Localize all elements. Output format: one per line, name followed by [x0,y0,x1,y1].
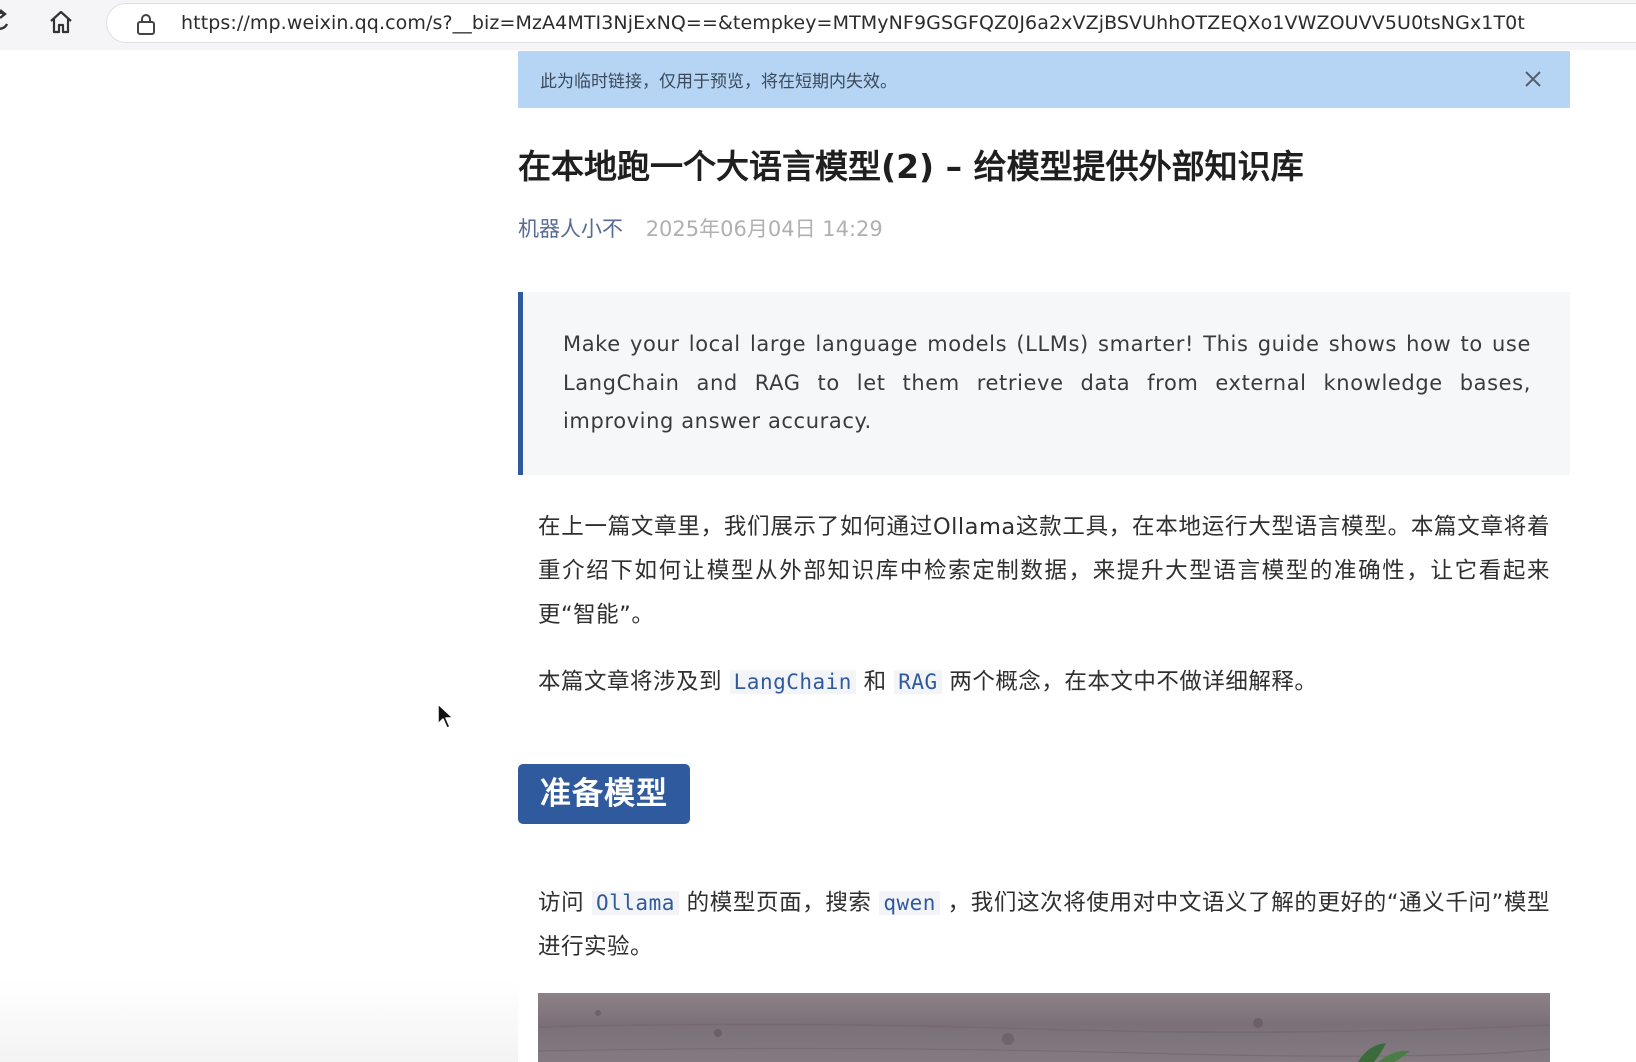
article-meta: 机器人小不 2025年06月04日 14:29 [518,213,883,243]
inline-code-ollama: Ollama [592,891,679,915]
url-text[interactable]: https://mp.weixin.qq.com/s?__biz=MzA4MTI… [181,12,1525,34]
inline-code-langchain: LangChain [729,670,856,694]
lock-icon[interactable] [135,12,157,36]
summary-text: Make your local large language models (L… [563,332,1531,433]
mouse-cursor-icon [437,703,454,729]
notice-text: 此为临时链接，仅用于预览，将在短期内失效。 [540,72,897,92]
home-icon[interactable] [47,8,75,36]
publish-date: 2025年06月04日 14:29 [645,217,883,241]
article-page: 此为临时链接，仅用于预览，将在短期内失效。 在本地跑一个大语言模型(2) – 给… [0,50,1636,1062]
browser-toolbar: https://mp.weixin.qq.com/s?__biz=MzA4MTI… [0,0,1636,51]
bottom-fade [0,980,518,1062]
paragraph-model: 访问 Ollama 的模型页面，搜索 qwen ，我们这次将使用对中文语义了解的… [538,881,1550,969]
temporary-link-notice: 此为临时链接，仅用于预览，将在短期内失效。 [518,51,1570,108]
paragraph-intro: 在上一篇文章里，我们展示了如何通过Ollama这款工具，在本地运行大型语言模型。… [538,514,1550,628]
summary-blockquote: Make your local large language models (L… [518,292,1570,475]
address-bar[interactable]: https://mp.weixin.qq.com/s?__biz=MzA4MTI… [106,3,1636,43]
inline-code-rag: RAG [894,670,942,694]
paragraph-text: 本篇文章将涉及到 [538,669,730,695]
paragraph-concepts: 本篇文章将涉及到 LangChain 和 RAG 两个概念，在本文中不做详细解释… [538,660,1550,704]
reload-icon[interactable] [0,9,12,35]
author-link[interactable]: 机器人小不 [518,217,623,241]
article-image [538,993,1550,1062]
paragraph-text: 两个概念，在本文中不做详细解释。 [941,669,1318,695]
section-heading: 准备模型 [518,764,690,824]
paragraph-text: 访问 [538,890,592,916]
article-title: 在本地跑一个大语言模型(2) – 给模型提供外部知识库 [518,147,1304,186]
paragraph-text: 的模型页面，搜索 [678,890,880,916]
inline-code-qwen: qwen [879,891,940,915]
paragraph-text: 和 [855,669,895,695]
close-icon[interactable] [1522,68,1544,90]
